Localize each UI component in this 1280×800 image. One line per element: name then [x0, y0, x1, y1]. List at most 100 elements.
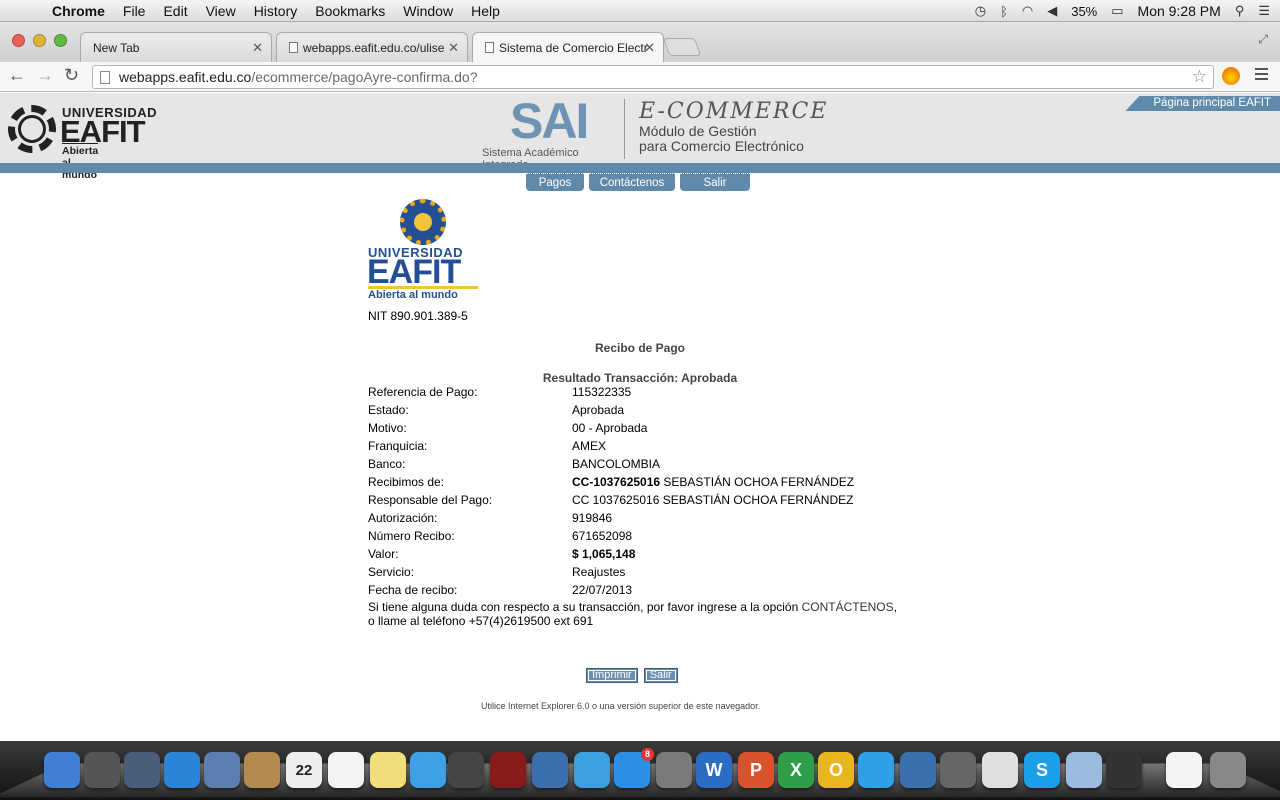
dock-launchpad-icon[interactable] — [84, 752, 120, 788]
detail-row: Motivo: 00 - Aprobada — [368, 421, 648, 435]
detail-row: Recibimos de: CC-1037625016 SEBASTIÁN OCH… — [368, 475, 855, 489]
site-header: UNIVERSIDAD EAFIT Abierta al mundo SAI S… — [0, 93, 1280, 181]
page-icon — [289, 42, 298, 53]
tab-comercio[interactable]: Sistema de Comercio Electr ✕ — [472, 32, 664, 62]
reload-icon[interactable]: ↻ — [64, 65, 79, 86]
transaction-result: Resultado Transacción: Aprobada — [542, 371, 738, 385]
nav-pagos[interactable]: Pagos — [526, 173, 584, 191]
dock-outlook-icon[interactable]: O — [818, 752, 854, 788]
detail-row: Valor: $ 1,065,148 — [368, 547, 636, 561]
dock-messenger-icon[interactable] — [858, 752, 894, 788]
contactenos-link[interactable]: CONTÁCTENOS — [802, 600, 894, 614]
pagina-principal-link[interactable]: Página principal EAFIT — [1125, 96, 1280, 111]
detail-row: Fecha de recibo: 22/07/2013 — [368, 583, 633, 597]
nav-salir[interactable]: Salir — [680, 173, 750, 191]
logo-sub-text: Abierta al mundo — [62, 143, 99, 181]
mac-dock: 22 8 W P X O S — [0, 741, 1280, 800]
nit: NIT 890.901.389-5 — [368, 309, 468, 323]
back-icon[interactable]: ← — [8, 65, 26, 86]
tab-ulise[interactable]: webapps.eafit.edu.co/ulise ✕ — [276, 32, 468, 62]
help-note: Si tiene alguna duda con respecto a su t… — [368, 600, 897, 628]
tab-new-tab[interactable]: New Tab ✕ — [80, 32, 272, 62]
dock-app-store-icon[interactable]: 8 — [614, 748, 654, 788]
menu-history[interactable]: History — [254, 3, 298, 19]
menu-edit[interactable]: Edit — [163, 3, 187, 19]
volume-icon[interactable]: ◀ — [1047, 3, 1057, 19]
forward-icon[interactable]: → — [36, 65, 54, 86]
dock-mail-icon[interactable] — [204, 752, 240, 788]
notification-center-icon[interactable]: ☰ — [1258, 3, 1270, 19]
app-menu[interactable]: Chrome — [52, 3, 105, 19]
dock-skype-icon[interactable]: S — [1024, 752, 1060, 788]
ecommerce-title: E-COMMERCE Módulo de Gestión para Comerc… — [624, 99, 828, 159]
dock-chrome-icon[interactable] — [982, 752, 1018, 788]
close-tab-icon[interactable]: ✕ — [252, 40, 263, 56]
dock-iphoto-icon[interactable] — [532, 752, 568, 788]
address-bar[interactable]: webapps.eafit.edu.co/ecommerce/pagoAyre-… — [92, 65, 1214, 89]
dock-safari-icon[interactable] — [164, 752, 200, 788]
dock-system-preferences-icon[interactable] — [656, 752, 692, 788]
emblem-seal-icon — [400, 199, 446, 245]
site-nav: Pagos Contáctenos Salir — [526, 173, 750, 191]
dock-photo-booth-icon[interactable] — [490, 752, 526, 788]
dock-x11-icon[interactable] — [1106, 752, 1142, 788]
dock-reminders-icon[interactable] — [328, 752, 364, 788]
extension-icon[interactable] — [1222, 67, 1240, 85]
sai-title: SAI — [510, 93, 589, 149]
menu-window[interactable]: Window — [403, 3, 453, 19]
close-tab-icon[interactable]: ✕ — [644, 40, 655, 56]
time-machine-icon[interactable]: ◷ — [975, 3, 986, 19]
close-tab-icon[interactable]: ✕ — [448, 40, 459, 56]
bookmark-star-icon[interactable]: ☆ — [1192, 67, 1207, 87]
menu-file[interactable]: File — [123, 3, 146, 19]
dock-powerpoint-icon[interactable]: P — [738, 752, 774, 788]
dock-facetime-icon[interactable] — [448, 752, 484, 788]
web-page: UNIVERSIDAD EAFIT Abierta al mundo SAI S… — [0, 93, 1280, 741]
dock-network-icon[interactable] — [900, 752, 936, 788]
menu-view[interactable]: View — [206, 3, 236, 19]
browser-notice: Utilice Internet Explorer 6.0 o una vers… — [481, 701, 761, 711]
url-host: webapps.eafit.edu.co — [119, 69, 252, 85]
battery-icon[interactable]: ▭ — [1111, 3, 1123, 19]
emblem-sub-text: Abierta al mundo — [368, 289, 458, 301]
close-window-button[interactable] — [12, 34, 25, 47]
dock-finder-icon[interactable] — [44, 752, 80, 788]
dock-contacts-icon[interactable] — [244, 752, 280, 788]
tab-strip: New Tab ✕ webapps.eafit.edu.co/ulise ✕ S… — [0, 22, 1280, 62]
modulo-line-1: Módulo de Gestión — [639, 123, 757, 139]
bluetooth-icon[interactable]: ᛒ — [1000, 4, 1008, 19]
dock-notes-icon[interactable] — [370, 752, 406, 788]
detail-row: Franquicia: AMEX — [368, 439, 607, 453]
url-path: /ecommerce/pagoAyre-confirma.do? — [251, 69, 478, 85]
mac-menu-bar: Chrome File Edit View History Bookmarks … — [0, 0, 1280, 22]
dock-messages-icon[interactable] — [410, 752, 446, 788]
exit-button[interactable]: Salir — [643, 668, 678, 683]
dock-virtualbox-icon[interactable] — [1066, 752, 1102, 788]
clock[interactable]: Mon 9:28 PM — [1138, 3, 1221, 19]
dock-excel-icon[interactable]: X — [778, 752, 814, 788]
dock-trash-icon[interactable] — [1210, 752, 1246, 788]
receipt-title: Recibo de Pago — [594, 341, 686, 355]
dock-word-icon[interactable]: W — [696, 752, 732, 788]
print-button[interactable]: Imprimir — [586, 668, 638, 683]
zoom-window-button[interactable] — [54, 34, 67, 47]
new-tab-button[interactable] — [662, 38, 702, 56]
dock-mission-control-icon[interactable] — [124, 752, 160, 788]
minimize-window-button[interactable] — [33, 34, 46, 47]
dock-dashboard-icon[interactable] — [940, 752, 976, 788]
menu-help[interactable]: Help — [471, 3, 500, 19]
page-icon — [100, 71, 110, 84]
sai-logo: SAI Sistema Académico Integrado — [482, 93, 622, 171]
fullscreen-icon[interactable]: ⤢ — [1258, 32, 1268, 47]
dock-documents-icon[interactable] — [1166, 752, 1202, 788]
battery-percent[interactable]: 35% — [1071, 4, 1097, 19]
tab-label: Sistema de Comercio Electr — [499, 41, 648, 55]
chrome-menu-icon[interactable] — [1255, 68, 1268, 83]
dock-itunes-icon[interactable] — [574, 752, 610, 788]
wifi-icon[interactable]: ◠ — [1022, 3, 1033, 19]
ecommerce-heading: E-COMMERCE — [639, 99, 829, 124]
spotlight-icon[interactable]: ⚲ — [1235, 3, 1245, 19]
menu-bookmarks[interactable]: Bookmarks — [315, 3, 385, 19]
nav-contactenos[interactable]: Contáctenos — [589, 173, 675, 191]
dock-calendar-icon[interactable]: 22 — [286, 752, 322, 788]
